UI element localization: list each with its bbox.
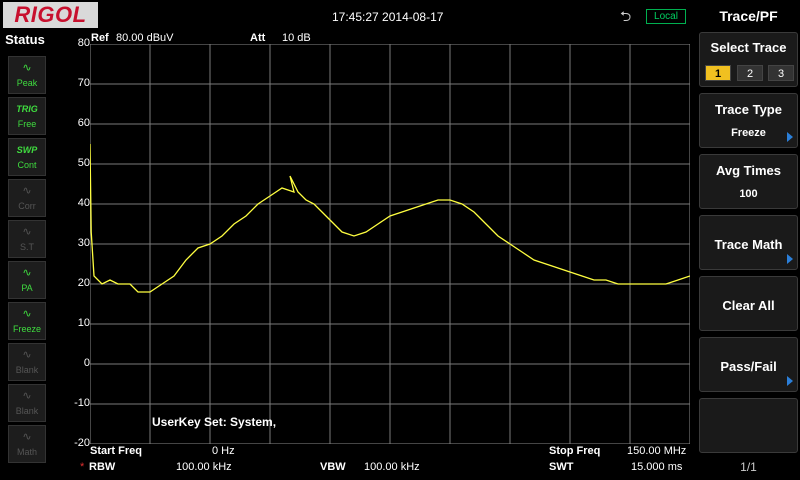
datetime: 17:45:27 2014-08-17 xyxy=(332,10,444,24)
avg-times-key[interactable]: Avg Times 100 xyxy=(699,154,798,209)
swt-label: SWT xyxy=(549,461,574,473)
status-key-label: Corr xyxy=(18,201,36,211)
st-icon: ∿ xyxy=(22,226,32,238)
y-tick-label: 0 xyxy=(83,357,90,369)
vbw-label: VBW xyxy=(320,461,346,473)
blank-icon: ∿ xyxy=(22,390,32,402)
trace-type-label: Trace Type xyxy=(715,102,782,117)
start-freq-value: 0 Hz xyxy=(212,445,235,457)
submenu-arrow-icon xyxy=(787,132,793,142)
clear-all-key[interactable]: Clear All xyxy=(699,276,798,331)
corr-icon: ∿ xyxy=(22,185,32,197)
status-key-label: Cont xyxy=(17,160,37,170)
trace-math-key[interactable]: Trace Math xyxy=(699,215,798,270)
pa-icon: ∿ xyxy=(22,267,32,279)
status-key-label: Blank xyxy=(15,365,39,375)
rigol-logo: RIGOL xyxy=(3,2,98,28)
att-label: Att xyxy=(250,32,266,44)
top-bar: RIGOL 17:45:27 2014-08-17 ⮌ Local xyxy=(0,0,697,30)
y-tick-label: 40 xyxy=(77,197,90,209)
status-key-freeze: ∿ Freeze xyxy=(8,302,46,340)
status-key-pa: ∿ PA xyxy=(8,261,46,299)
stop-freq-value: 150.00 MHz xyxy=(627,445,687,457)
local-badge: Local xyxy=(646,9,686,24)
rbw-modified-mark: * xyxy=(80,461,85,473)
ref-value: 80.00 dBuV xyxy=(116,32,174,44)
avg-times-value: 100 xyxy=(739,188,758,200)
page-indicator: 1/1 xyxy=(740,460,757,474)
spectrum-plot xyxy=(90,44,690,444)
y-tick-label: -10 xyxy=(74,397,90,409)
submenu-arrow-icon xyxy=(787,254,793,264)
math-icon: ∿ xyxy=(22,431,32,443)
trace-type-value: Freeze xyxy=(731,127,766,139)
status-key-peak: ∿ Peak xyxy=(8,56,46,94)
trace-math-label: Trace Math xyxy=(714,237,783,252)
vbw-value: 100.00 kHz xyxy=(364,461,420,473)
start-freq-label: Start Freq xyxy=(90,445,142,457)
status-key-label: Free xyxy=(17,119,37,129)
freeze-icon: ∿ xyxy=(22,308,32,320)
status-key-cont: SWP Cont xyxy=(8,138,46,176)
submenu-arrow-icon xyxy=(787,376,793,386)
y-tick-label: 70 xyxy=(77,77,90,89)
empty-key[interactable] xyxy=(699,398,798,453)
trace-1-button[interactable]: 1 xyxy=(705,65,731,81)
swp-icon: SWP xyxy=(16,145,38,155)
y-tick-label: 30 xyxy=(77,237,90,249)
status-key-math: ∿ Math xyxy=(8,425,46,463)
clear-all-label: Clear All xyxy=(722,298,775,313)
status-key-label: Blank xyxy=(15,406,39,416)
status-key-label: Math xyxy=(16,447,37,457)
stop-freq-label: Stop Freq xyxy=(549,445,601,457)
select-trace-key[interactable]: Select Trace 1 2 3 xyxy=(699,32,798,87)
select-trace-label: Select Trace xyxy=(710,40,787,55)
pass-fail-key[interactable]: Pass/Fail xyxy=(699,337,798,392)
status-key-label: S.T xyxy=(19,242,34,252)
swt-value: 15.000 ms xyxy=(631,461,683,473)
y-tick-label: 20 xyxy=(77,277,90,289)
status-key-label: PA xyxy=(21,283,33,293)
status-key-corr: ∿ Corr xyxy=(8,179,46,217)
y-tick-label: -20 xyxy=(74,437,90,449)
panel-title: Trace/PF xyxy=(719,8,778,24)
status-key-s-t: ∿ S.T xyxy=(8,220,46,258)
status-key-blank: ∿ Blank xyxy=(8,384,46,422)
status-key-label: Freeze xyxy=(12,324,41,334)
y-tick-label: 50 xyxy=(77,157,90,169)
rbw-value: 100.00 kHz xyxy=(176,461,232,473)
blank-icon: ∿ xyxy=(22,349,32,361)
status-key-label: Peak xyxy=(16,78,38,88)
y-tick-label: 60 xyxy=(77,117,90,129)
avg-times-label: Avg Times xyxy=(715,163,782,178)
trace-type-key[interactable]: Trace Type Freeze xyxy=(699,93,798,148)
pass-fail-label: Pass/Fail xyxy=(720,359,777,374)
y-tick-label: 80 xyxy=(77,37,90,49)
usb-icon: ⮌ xyxy=(620,8,632,24)
att-value: 10 dB xyxy=(282,32,311,44)
trace-2-button[interactable]: 2 xyxy=(737,65,763,81)
status-key-free: TRIG Free xyxy=(8,97,46,135)
rbw-label: RBW xyxy=(89,461,116,473)
peak-icon: ∿ xyxy=(22,62,32,74)
status-key-blank: ∿ Blank xyxy=(8,343,46,381)
ref-label: Ref xyxy=(91,32,109,44)
trig-icon: TRIG xyxy=(16,104,38,114)
status-title: Status xyxy=(5,32,45,47)
y-tick-label: 10 xyxy=(77,317,90,329)
trace-3-button[interactable]: 3 xyxy=(768,65,794,81)
userkey-set: UserKey Set: System, xyxy=(152,415,277,429)
